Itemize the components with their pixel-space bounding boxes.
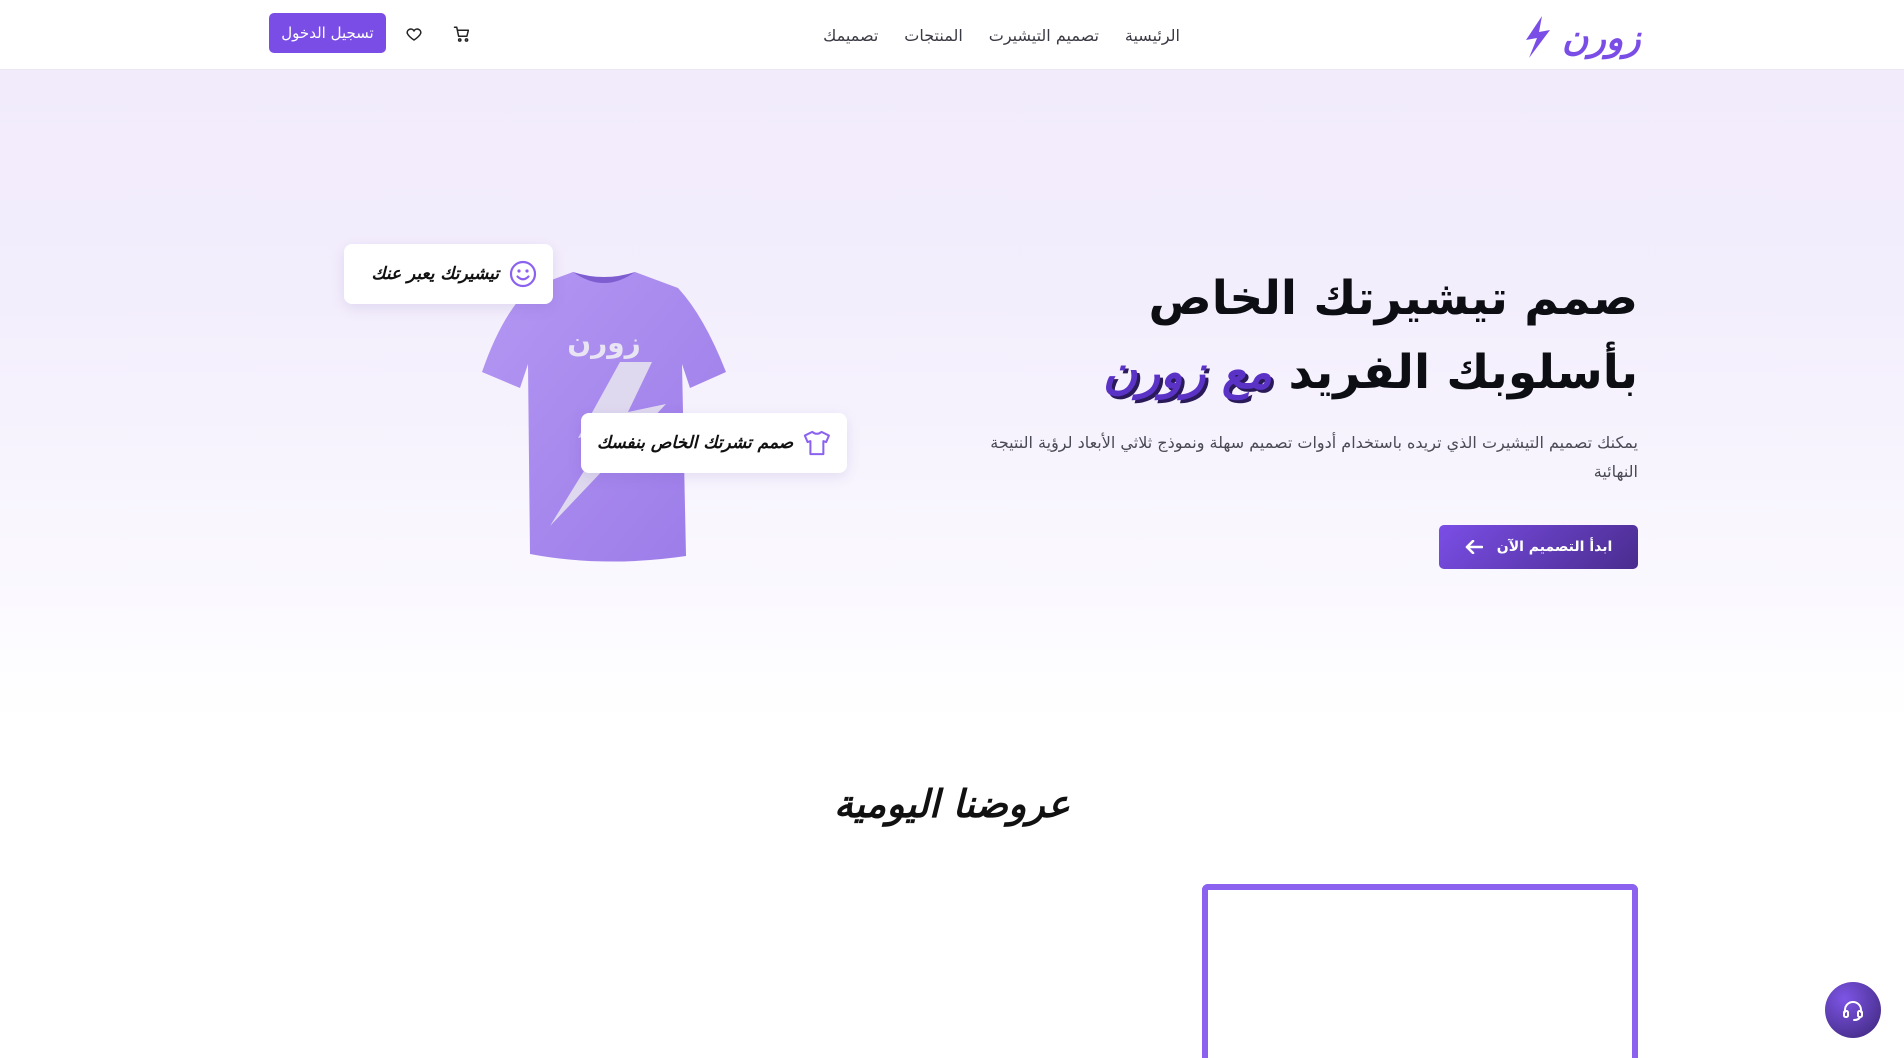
tshirt-print-text: زورن [567, 326, 641, 359]
cart-icon[interactable] [450, 22, 474, 46]
float-card-express: تيشيرتك يعبر عنك [344, 244, 553, 304]
nav-home[interactable]: الرئيسية [1125, 26, 1180, 45]
float-card-design-yourself-label: صمم تشرتك الخاص بنفسك [597, 433, 794, 453]
site-header: زورن الرئيسية تصميم التيشيرت المنتجات تص… [0, 0, 1904, 70]
tshirt-icon [804, 430, 831, 456]
nav-products[interactable]: المنتجات [904, 26, 963, 45]
smile-icon [509, 260, 537, 288]
main-nav: الرئيسية تصميم التيشيرت المنتجات تصميمك [820, 0, 1180, 70]
login-button[interactable]: تسجيل الدخول [269, 13, 386, 53]
start-design-button[interactable]: ابدأ التصميم الآن [1439, 525, 1638, 569]
hero-description: يمكنك تصميم التيشيرت الذي تريده باستخدام… [990, 433, 1638, 481]
float-card-express-label: تيشيرتك يعبر عنك [371, 264, 499, 284]
daily-offers-title: عروضنا اليومية [834, 782, 1070, 826]
arrow-left-icon [1465, 540, 1483, 554]
support-chat-button[interactable] [1825, 982, 1881, 1038]
hero-title-accent: مع زورن [1102, 345, 1273, 400]
logo-text: زورن [1562, 18, 1642, 60]
nav-my-design[interactable]: تصميمك [823, 26, 878, 45]
float-card-design-yourself: صمم تشرتك الخاص بنفسك [581, 413, 847, 473]
logo[interactable]: زورن [1520, 6, 1644, 64]
nav-design-tshirt[interactable]: تصميم التيشيرت [989, 26, 1099, 45]
heart-icon[interactable] [402, 22, 426, 46]
offer-card[interactable] [1202, 884, 1638, 1058]
hero-title: صمم تيشيرتك الخاص بأسلوبك الفريد مع زورن [980, 262, 1639, 410]
page: زورن الرئيسية تصميم التيشيرت المنتجات تص… [0, 0, 1904, 1058]
logo-mark: زورن [1526, 16, 1642, 60]
start-design-label: ابدأ التصميم الآن [1496, 539, 1613, 555]
headset-icon [1843, 1001, 1863, 1021]
